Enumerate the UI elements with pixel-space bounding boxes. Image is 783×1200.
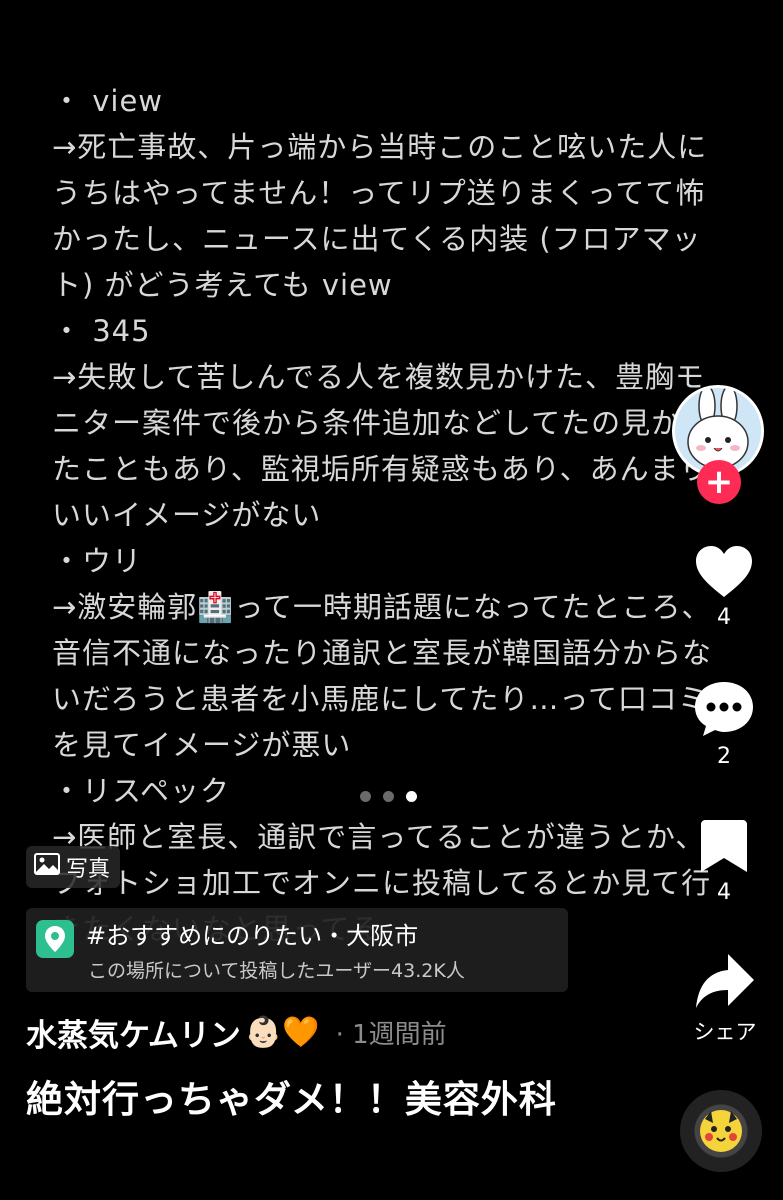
post-text-line: →死亡事故、片っ端から当時このこと呟いた人に <box>52 130 708 164</box>
author-name[interactable]: 水蒸気ケムリン <box>26 1010 241 1055</box>
post-caption[interactable]: 絶対行っちゃダメ！！美容外科 <box>26 1072 586 1128</box>
share-arrow-icon <box>696 954 754 1008</box>
heart-icon <box>696 546 752 597</box>
location-subtitle: この場所について投稿したユーザー43.2K人 <box>88 960 465 982</box>
share-label: シェア <box>693 1020 757 1044</box>
pikachu-disc-icon <box>700 1110 742 1152</box>
pager-dot-3[interactable] <box>406 791 417 802</box>
photo-mode-badge[interactable]: 写真 <box>26 846 121 888</box>
post-text-line: 音信不通になったり通訳と室長が韓国語分からな <box>52 636 713 670</box>
bookmark-button[interactable]: 4 <box>684 818 764 905</box>
author-row[interactable]: 水蒸気ケムリン 👶🏻🧡 · 1週間前 <box>26 1010 447 1055</box>
carousel-pager[interactable] <box>360 791 417 802</box>
post-text-line: ト) がどう考えても view <box>52 268 393 302</box>
post-text-line: いいイメージがない <box>52 498 322 532</box>
like-button[interactable]: 4 <box>684 545 764 630</box>
post-text-line: うちはやってません！ってリプ送りまくってて怖 <box>52 176 706 210</box>
post-text-line: フォトショ加工でオンニに投稿してるとか見て行 <box>52 866 712 900</box>
comment-icon <box>695 682 753 736</box>
post-text-line: ・ view <box>52 84 163 118</box>
comment-count: 2 <box>717 744 731 769</box>
post-text-line: たこともあり、監視垢所有疑惑もあり、あんまり <box>52 452 710 486</box>
image-icon <box>34 853 60 881</box>
share-button[interactable]: シェア <box>680 952 770 1046</box>
pager-dot-1[interactable] <box>360 791 371 802</box>
post-text: ・ view →死亡事故、片っ端から当時このこと呟いた人に うちはやってません！って… <box>52 78 712 952</box>
post-text-line: ・ウリ <box>52 544 143 578</box>
post-text-line: いだろうと患者を小馬鹿にしてたり…って口コミ <box>52 682 708 716</box>
location-card[interactable]: #おすすめにのりたい・大阪市 この場所について投稿したユーザー43.2K人 <box>26 908 568 992</box>
author-emojis: 👶🏻🧡 <box>244 1015 320 1050</box>
plus-icon: + <box>704 462 734 502</box>
post-text-line: ・ 345 <box>52 314 151 348</box>
like-count: 4 <box>717 605 731 630</box>
bookmark-count: 4 <box>717 880 731 905</box>
post-time: · 1週間前 <box>335 1020 447 1050</box>
post-text-line: かったし、ニュースに出てくる内装 (フロアマッ <box>52 222 702 256</box>
follow-plus-button[interactable]: + <box>697 460 741 504</box>
post-text-line: を見てイメージが悪い <box>52 728 352 762</box>
bookmark-icon <box>701 820 747 872</box>
post-text-line: →医師と室長、通訳で言ってることが違うとか、 <box>52 820 706 854</box>
location-title: #おすすめにのりたい・大阪市 <box>86 922 419 950</box>
comment-button[interactable]: 2 <box>684 680 764 769</box>
pager-dot-2[interactable] <box>383 791 394 802</box>
location-pin-icon <box>36 920 74 958</box>
post-text-line: ニター案件で後から条件追加などしてたの見かけ <box>52 406 712 440</box>
sound-disc[interactable] <box>680 1090 762 1172</box>
post-text-line: →失敗して苦しんでる人を複数見かけた、豊胸モ <box>52 360 705 394</box>
photo-badge-label: 写真 <box>66 857 111 882</box>
post-text-line: →激安輪郭🏥って一時期話題になってたところ、 <box>52 590 712 624</box>
